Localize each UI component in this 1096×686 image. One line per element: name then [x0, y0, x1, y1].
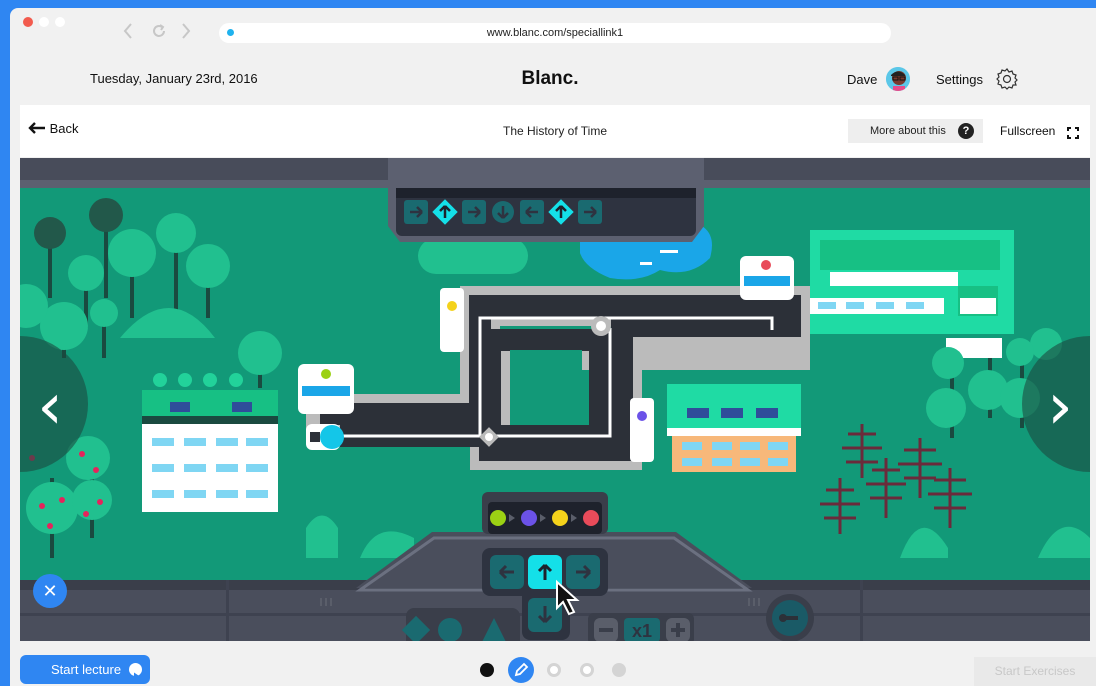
color-light-4 [583, 510, 599, 526]
pager-dot-2[interactable] [508, 657, 534, 683]
station-yellow [440, 288, 464, 352]
start-lecture-button[interactable]: Start lecture [20, 655, 150, 684]
lesson-title: The History of Time [502, 124, 608, 138]
building-right-mid [667, 384, 801, 472]
user-name[interactable]: Dave [847, 72, 877, 87]
fullscreen-icon[interactable] [1067, 126, 1079, 144]
browser-window: www.blanc.com/speciallink1 Tuesday, Janu… [10, 8, 1096, 686]
station-green [298, 364, 354, 414]
pencil-icon [514, 662, 529, 677]
window-close-button[interactable] [23, 17, 33, 27]
url-text: www.blanc.com/speciallink1 [486, 27, 624, 39]
lesson-stage[interactable]: x1 ‹ › [20, 158, 1090, 641]
settings-link[interactable]: Settings [936, 72, 983, 87]
play-icon [129, 663, 142, 679]
code-step-1-right [404, 200, 428, 224]
station-purple [630, 398, 654, 462]
browser-forward-icon[interactable] [180, 22, 192, 43]
secure-dot-icon [227, 29, 234, 36]
color-light-1 [490, 510, 506, 526]
station-red [740, 256, 794, 300]
color-light-2 [521, 510, 537, 526]
browser-reload-icon[interactable] [150, 22, 168, 43]
gear-icon[interactable] [996, 68, 1018, 95]
pager-dot-1[interactable] [480, 663, 494, 677]
more-about-label: More about this [870, 125, 946, 137]
browser-back-icon[interactable] [122, 22, 134, 43]
building-left [142, 373, 278, 512]
code-step-5-left [520, 200, 544, 224]
robot-car [306, 424, 344, 450]
pager-dot-3[interactable] [547, 663, 561, 677]
pager-dot-5[interactable] [612, 663, 626, 677]
window-maximize-button[interactable] [55, 17, 65, 27]
multiplier-minus-button[interactable] [594, 618, 618, 641]
more-about-button[interactable]: More about this ? [848, 119, 983, 143]
multiplier-plus-button[interactable] [666, 618, 690, 641]
back-button[interactable]: Back [28, 121, 79, 136]
back-arrow-icon [28, 122, 45, 134]
close-button[interactable]: ✕ [33, 574, 67, 608]
multiplier-value: x1 [632, 621, 652, 641]
brand-logo[interactable]: Blanc. [490, 68, 610, 90]
next-slide-icon: › [1047, 370, 1073, 444]
building-right-top [810, 230, 1014, 358]
lesson-bar: Back The History of Time More about this… [20, 105, 1090, 157]
start-lecture-label: Start lecture [51, 662, 122, 677]
code-step-3-right [462, 200, 486, 224]
current-date: Tuesday, January 23rd, 2016 [90, 71, 258, 86]
fullscreen-button[interactable]: Fullscreen [1000, 124, 1055, 138]
code-step-4-down [492, 201, 514, 223]
url-bar[interactable]: www.blanc.com/speciallink1 [219, 23, 891, 43]
code-step-7-right [578, 200, 602, 224]
start-exercises-label: Start Exercises [994, 664, 1076, 678]
prev-slide-icon: ‹ [37, 370, 63, 444]
pager-dot-4[interactable] [580, 663, 594, 677]
dpad-right-button[interactable] [566, 555, 600, 589]
window-minimize-button[interactable] [39, 17, 49, 27]
color-light-3 [552, 510, 568, 526]
help-icon: ? [958, 123, 974, 139]
close-icon: ✕ [42, 581, 58, 601]
avatar[interactable] [886, 67, 910, 91]
pine-trees [820, 424, 972, 534]
code-sequence-panel [388, 158, 704, 242]
back-label: Back [49, 121, 79, 136]
start-exercises-button[interactable]: Start Exercises [974, 657, 1096, 686]
dpad-left-button[interactable] [490, 555, 524, 589]
